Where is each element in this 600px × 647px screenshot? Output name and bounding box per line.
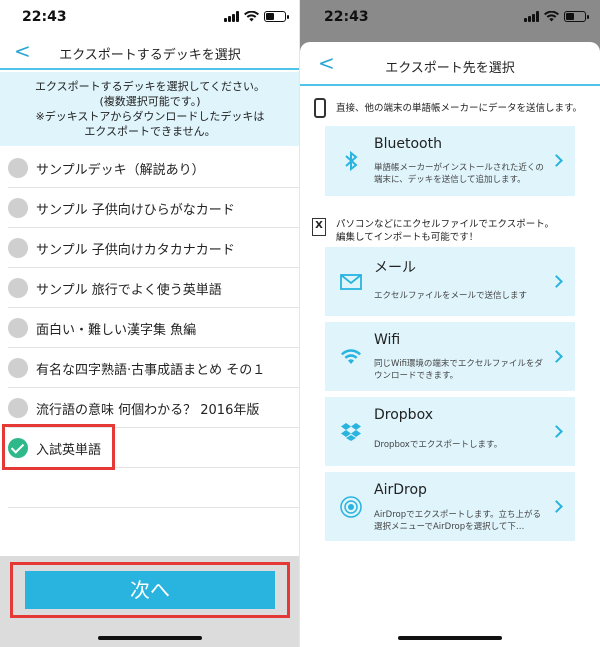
dropbox-option[interactable]: Dropbox Dropboxでエクスポートします。 <box>325 397 575 466</box>
deck-label: サンプル 子供向けカタカナカード <box>36 243 235 258</box>
radio-button[interactable] <box>8 278 28 298</box>
mail-icon <box>340 273 362 290</box>
deck-label: 流行語の意味 何個わかる？ 2016年版 <box>36 403 260 418</box>
option-title: Dropbox <box>374 407 433 423</box>
status-icons <box>524 11 589 22</box>
chevron-right-icon <box>550 499 563 513</box>
divider <box>8 507 300 508</box>
radio-button[interactable] <box>8 358 28 378</box>
deck-item[interactable]: 面白い・難しい漢字集 魚編 <box>0 308 300 348</box>
deck-item[interactable]: サンプルデッキ（解説あり） <box>0 148 300 188</box>
selection-highlight-box <box>2 424 115 470</box>
deck-list: サンプルデッキ（解説あり） サンプル 子供向けひらがなカード サンプル 子供向け… <box>0 148 300 468</box>
option-title: Wifi <box>374 332 401 348</box>
instructions-line: エクスポートするデッキを選択してください。 <box>34 80 265 93</box>
status-icons <box>224 11 289 22</box>
wifi-option[interactable]: Wifi 同じWifi環境の端末でエクセルファイルをダウンロードできます。 <box>325 322 575 391</box>
deck-label: サンプル 旅行でよく使う英単語 <box>36 283 222 298</box>
wifi-icon <box>341 348 361 364</box>
dropbox-icon <box>341 422 361 441</box>
chevron-right-icon <box>550 349 563 363</box>
excel-file-icon: X <box>312 218 328 238</box>
status-time: 22:43 <box>324 9 369 25</box>
radio-button[interactable] <box>8 318 28 338</box>
deck-item[interactable]: 有名な四字熟語·古事成語まとめ その１ <box>0 348 300 388</box>
radio-button[interactable] <box>8 158 28 178</box>
radio-button[interactable] <box>8 198 28 218</box>
excel-export-header: X パソコンなどにエクセルファイルでエクスポート。 編集してインポートも可能です… <box>312 218 592 244</box>
radio-button[interactable] <box>8 238 28 258</box>
status-bar: 22:43 <box>0 0 300 36</box>
deck-item[interactable]: 流行語の意味 何個わかる？ 2016年版 <box>0 388 300 428</box>
instructions-line: エクスポートできません。 <box>84 125 216 138</box>
option-desc: エクセルファイルをメールで送信します <box>374 291 528 301</box>
option-desc: AirDropでエクスポートします。立ち上がる選択メニューでAirDropを選択… <box>374 510 542 532</box>
wifi-status-icon <box>244 11 259 22</box>
instructions-line: ※デッキストアからダウンロードしたデッキは <box>35 110 265 123</box>
phone-icon <box>312 98 328 118</box>
status-time: 22:43 <box>22 9 67 25</box>
option-title: AirDrop <box>374 482 427 498</box>
nav-bar: < エクスポートするデッキを選択 <box>0 36 300 70</box>
instructions-box: エクスポートするデッキを選択してください。 (複数選択可能です。) ※デッキスト… <box>0 72 300 146</box>
section-text: パソコンなどにエクセルファイルでエクスポート。 編集してインポートも可能です！ <box>336 218 554 244</box>
deck-item[interactable]: サンプル 旅行でよく使う英単語 <box>0 268 300 308</box>
airdrop-option[interactable]: AirDrop AirDropでエクスポートします。立ち上がる選択メニューでAi… <box>325 472 575 541</box>
deck-label: 有名な四字熟語·古事成語まとめ その１ <box>36 363 266 378</box>
option-title: メール <box>374 260 416 276</box>
airdrop-icon <box>340 495 362 518</box>
option-desc: 単語帳メーカーがインストールされた近くの端末に、デッキを送信して追加します。 <box>374 163 544 185</box>
deck-select-screen: 22:43 < エクスポートするデッキを選択 エクスポートするデッキを選択してく… <box>0 0 300 647</box>
radio-button[interactable] <box>8 398 28 418</box>
deck-label: サンプル 子供向けひらがなカード <box>36 203 235 218</box>
page-title: エクスポートするデッキを選択 <box>59 48 241 63</box>
section-line: 編集してインポートも可能です！ <box>336 232 479 243</box>
deck-item[interactable]: サンプル 子供向けひらがなカード <box>0 188 300 228</box>
modal-sheet: < エクスポート先を選択 直接、他の端末の単語帳メーカーにデータを送信します。 … <box>300 42 600 647</box>
chevron-right-icon <box>550 274 563 288</box>
chevron-right-icon <box>550 424 563 438</box>
direct-send-header: 直接、他の端末の単語帳メーカーにデータを送信します。 <box>312 98 592 118</box>
signal-icon <box>524 11 539 22</box>
deck-label: 面白い・難しい漢字集 魚編 <box>36 323 197 338</box>
status-bar: 22:43 <box>300 0 600 36</box>
signal-icon <box>224 11 239 22</box>
section-line: パソコンなどにエクセルファイルでエクスポート。 <box>336 219 555 230</box>
battery-icon <box>564 11 589 22</box>
next-button[interactable]: 次へ <box>25 571 275 609</box>
option-desc: Dropboxでエクスポートします。 <box>374 440 503 450</box>
chevron-right-icon <box>550 154 563 167</box>
home-indicator <box>398 636 502 640</box>
option-desc: 同じWifi環境の端末でエクセルファイルをダウンロードできます。 <box>374 359 543 381</box>
page-title: エクスポート先を選択 <box>385 61 515 76</box>
deck-label: サンプルデッキ（解説あり） <box>36 163 205 178</box>
option-title: Bluetooth <box>374 136 442 152</box>
home-indicator <box>98 636 202 640</box>
nav-bar: < エクスポート先を選択 <box>300 42 600 86</box>
section-text: 直接、他の端末の単語帳メーカーにデータを送信します。 <box>336 103 583 114</box>
bluetooth-option[interactable]: Bluetooth 単語帳メーカーがインストールされた近くの端末に、デッキを送信… <box>325 126 575 196</box>
wifi-status-icon <box>544 11 559 22</box>
deck-item[interactable]: サンプル 子供向けカタカナカード <box>0 228 300 268</box>
bluetooth-icon <box>345 150 358 172</box>
instructions-line: (複数選択可能です。) <box>99 95 201 108</box>
battery-icon <box>264 11 289 22</box>
export-destination-screen: 22:43 < エクスポート先を選択 直接、他の端末の単語帳メーカーにデータを送… <box>300 0 600 647</box>
mail-option[interactable]: メール エクセルファイルをメールで送信します <box>325 247 575 316</box>
